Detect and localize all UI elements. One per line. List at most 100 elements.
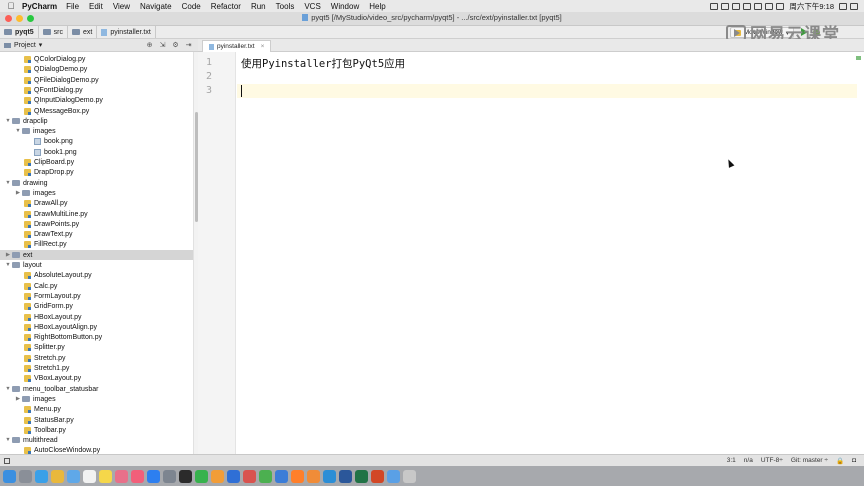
code-line[interactable]: 使用Pyinstaller打包PyQt5应用 [241,56,405,71]
breadcrumb-src[interactable]: src [39,26,69,38]
tree-file[interactable]: Stretch1.py [0,363,193,373]
menu-vcs[interactable]: VCS [304,2,320,11]
safari-icon[interactable] [35,469,48,483]
folder-icon[interactable] [387,469,400,483]
tree-file[interactable]: Splitter.py [0,342,193,352]
tree-folder[interactable]: ▶ images [0,188,193,198]
tree-folder[interactable]: ▶ images [0,394,193,404]
breadcrumb-file[interactable]: pyinstaller.txt [97,26,156,38]
launchpad-icon[interactable] [19,469,32,483]
menu-help[interactable]: Help [369,2,385,11]
tree-file[interactable]: QInputDialogDemo.py [0,95,193,105]
menu-window[interactable]: Window [331,2,359,11]
gear-icon[interactable]: ⚙ [172,42,179,49]
notification-center-icon[interactable] [850,2,858,10]
tree-file[interactable]: ClipBoard.py [0,157,193,167]
wechat-icon[interactable] [259,469,272,483]
expanded-arrow-icon[interactable]: ▼ [14,128,22,134]
menu-code[interactable]: Code [182,2,201,11]
mirror-icon[interactable] [721,2,730,10]
tree-file[interactable]: Toolbar.py [0,425,193,435]
breadcrumb-project[interactable]: pyqt5 [0,26,39,38]
expanded-arrow-icon[interactable]: ▼ [4,262,12,268]
vscode-icon[interactable] [323,469,336,483]
app-menu[interactable]: PyCharm [22,2,57,11]
illustrator-icon[interactable] [211,469,224,483]
menu-file[interactable]: File [66,2,79,11]
project-view-select[interactable]: Project ▾ [4,41,68,49]
finder-tray-icon[interactable] [732,2,741,10]
tree-file[interactable]: RightBottomButton.py [0,332,193,342]
screen-icon[interactable] [710,2,719,10]
photos-icon[interactable] [115,469,128,483]
spotlight-icon[interactable] [839,2,847,10]
bluetooth-icon[interactable] [743,2,752,10]
caret-position[interactable]: 3:1 [727,457,736,464]
tab-pyinstaller-txt[interactable]: pyinstaller.txt × [202,40,272,52]
tree-file[interactable]: HBoxLayout.py [0,312,193,322]
appstore-icon[interactable] [147,469,160,483]
tree-folder[interactable]: ▼ multithread [0,435,193,445]
tree-file[interactable]: FormLayout.py [0,291,193,301]
chrome-icon[interactable] [51,469,64,483]
terminal-icon[interactable] [179,469,192,483]
video-icon[interactable] [243,469,256,483]
word-icon[interactable] [339,469,352,483]
tree-file[interactable]: QFontDialog.py [0,85,193,95]
lock-icon[interactable]: 🔒 [836,457,844,465]
calendar-icon[interactable] [83,469,96,483]
menu-run[interactable]: Run [251,2,266,11]
collapsed-arrow-icon[interactable]: ▶ [14,396,22,402]
tree-file[interactable]: HBoxLayoutAlign.py [0,322,193,332]
mail-icon[interactable] [67,469,80,483]
tool-windows-icon[interactable] [4,457,10,464]
excel-icon[interactable] [355,469,368,483]
apple-icon[interactable]:  [0,1,22,11]
menu-edit[interactable]: Edit [89,2,103,11]
music-icon[interactable] [131,469,144,483]
tree-folder[interactable]: ▼ images [0,126,193,136]
tree-file[interactable]: DrawAll.py [0,198,193,208]
qq-icon[interactable] [275,469,288,483]
hide-panel-icon[interactable]: ⇥ [185,42,192,49]
battery-icon[interactable] [765,2,774,10]
tree-folder[interactable]: ▼ layout [0,260,193,270]
tree-folder[interactable]: ▶ ext [0,250,193,260]
tree-file[interactable]: FillRect.py [0,239,193,249]
input-source-icon[interactable] [776,2,785,10]
tree-file[interactable]: book1.png [0,147,193,157]
tree-file[interactable]: Menu.py [0,404,193,414]
tree-file[interactable]: AutoCloseWindow.py [0,445,193,454]
menu-refactor[interactable]: Refactor [211,2,241,11]
tree-file[interactable]: book.png [0,136,193,146]
powerpoint-icon[interactable] [371,469,384,483]
tree-file[interactable]: GridForm.py [0,301,193,311]
breadcrumb-ext[interactable]: ext [68,26,98,38]
pycharm-icon[interactable] [195,469,208,483]
tree-file[interactable]: QDialogDemo.py [0,64,193,74]
menu-view[interactable]: View [113,2,130,11]
expanded-arrow-icon[interactable]: ▼ [4,180,12,186]
sublime-icon[interactable] [307,469,320,483]
tree-file[interactable]: Stretch.py [0,353,193,363]
tree-file[interactable]: DrawText.py [0,229,193,239]
tree-file[interactable]: DrawMultiLine.py [0,209,193,219]
event-log-icon[interactable]: ◘ [852,457,856,464]
collapsed-arrow-icon[interactable]: ▶ [14,190,22,196]
preferences-icon[interactable] [163,469,176,483]
locate-icon[interactable]: ⊕ [146,42,153,49]
menubar-clock[interactable]: 周六下午9:18 [789,1,834,12]
notes-icon[interactable] [99,469,112,483]
wifi-icon[interactable] [754,2,763,10]
tree-file[interactable]: VBoxLayout.py [0,373,193,383]
tree-folder[interactable]: ▼ menu_toolbar_statusbar [0,384,193,394]
tree-folder[interactable]: ▼ drawing [0,178,193,188]
tree-file[interactable]: DrawPoints.py [0,219,193,229]
tree-file[interactable]: Calc.py [0,281,193,291]
code-editor[interactable] [237,52,857,454]
tree-file[interactable]: QFileDialogDemo.py [0,75,193,85]
tree-file[interactable]: QMessageBox.py [0,106,193,116]
file-encoding[interactable]: UTF-8÷ [761,457,783,464]
expanded-arrow-icon[interactable]: ▼ [4,386,12,392]
collapse-all-icon[interactable]: ⇲ [159,42,166,49]
